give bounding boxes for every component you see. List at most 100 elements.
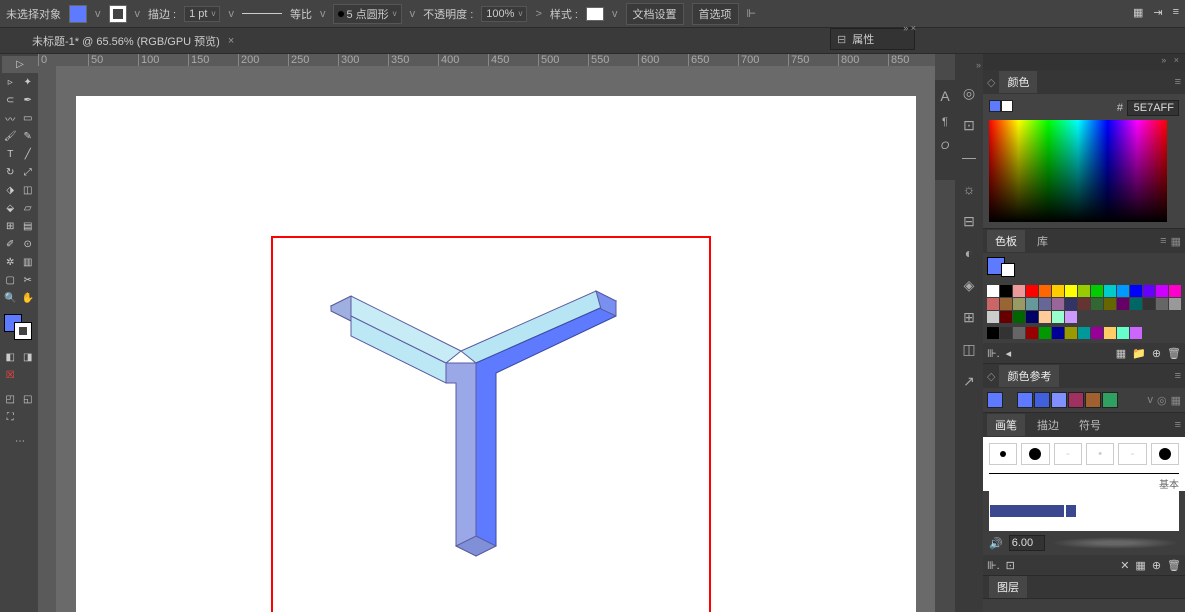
harmony-dropdown[interactable]: v [1147, 394, 1153, 406]
swatch-list-icon[interactable]: ≡ [1160, 235, 1166, 247]
direct-select-tool[interactable]: ▹ [2, 74, 19, 91]
stroke-label: 描边 : [148, 6, 176, 22]
panel-menu-icon[interactable]: ≡ [1175, 76, 1181, 88]
brushes-tab[interactable]: 画笔 [987, 414, 1025, 436]
artboard-tool[interactable]: ▢ [2, 272, 19, 289]
guide-grid-icon[interactable]: ▦ [1171, 394, 1181, 407]
file-tab[interactable]: 未标题-1* @ 65.56% (RGB/GPU 预览) × [24, 29, 242, 53]
new-swatch-icon[interactable]: ⊕ [1152, 347, 1161, 360]
brush-tool[interactable]: 🖌 [2, 128, 19, 145]
pathfinder-icon[interactable]: ◫ [960, 340, 978, 358]
stroke-preview[interactable] [1001, 100, 1013, 112]
brush-def-dropdown[interactable]: 5 点圆形 [333, 4, 401, 24]
brush-size-input[interactable] [1009, 535, 1045, 551]
brush-thumbnails[interactable]: - • - [983, 437, 1185, 471]
color-guide-tab[interactable]: 颜色参考 [999, 365, 1059, 387]
opentype-icon[interactable]: O [941, 140, 950, 152]
fill-preview[interactable] [989, 100, 1001, 112]
stroke-color[interactable] [14, 322, 32, 340]
mesh-tool[interactable]: ⊞ [2, 218, 19, 235]
symbol-spray-tool[interactable]: ✲ [2, 254, 19, 271]
align-panel-icon[interactable]: ⊞ [960, 308, 978, 326]
grid-icon[interactable]: ▦ [1133, 6, 1143, 19]
zoom-tool[interactable]: 🔍 [2, 290, 19, 307]
blend-tool[interactable]: ⊙ [20, 236, 37, 253]
symbols-tab[interactable]: 符号 [1071, 414, 1109, 436]
slice-tool[interactable]: ✂ [20, 272, 37, 289]
gradient-mode-icon[interactable]: ◨ [20, 349, 37, 366]
selection-tool[interactable]: ▷ [2, 56, 38, 73]
opacity-field[interactable]: 100% [481, 6, 527, 22]
char-panel-icon[interactable]: A [940, 88, 949, 104]
graphic-style-swatch[interactable] [586, 7, 604, 21]
rect-tool[interactable]: ▭ [20, 110, 37, 127]
close-tab-icon[interactable]: × [228, 35, 234, 47]
align-icon[interactable]: ⊩ [747, 7, 757, 20]
free-transform-tool[interactable]: ◫ [20, 182, 37, 199]
properties-flyout[interactable]: ⊟ 属性 » × [830, 28, 915, 50]
magic-wand-tool[interactable]: ✦ [20, 74, 37, 91]
prefs-button[interactable]: 首选项 [692, 3, 739, 25]
pencil-tool[interactable]: ✎ [20, 128, 37, 145]
width-tool[interactable]: ⬗ [2, 182, 19, 199]
fill-swatch[interactable] [69, 5, 87, 23]
brush-preview-row[interactable] [989, 491, 1179, 531]
edit-toolbar-icon[interactable]: ⋯ [2, 433, 38, 450]
arrange-icon[interactable]: ⇥ [1153, 6, 1162, 19]
transform-icon[interactable]: ⊟ [960, 212, 978, 230]
swatch-opts-icon[interactable]: ▦ [1116, 347, 1126, 360]
brush-lib-icon[interactable]: ⊪. [987, 559, 1000, 572]
eyedropper-tool[interactable]: ✐ [2, 236, 19, 253]
screen-mode-icon[interactable]: ⛶ [2, 409, 19, 426]
layers-tab[interactable]: 图层 [989, 576, 1027, 598]
menu-icon[interactable]: ≡ [1173, 6, 1179, 19]
graph-tool[interactable]: ▥ [20, 254, 37, 271]
brush-opt-icon[interactable]: ⊡ [1006, 559, 1015, 572]
rotate-tool[interactable]: ↻ [2, 164, 19, 181]
lasso-tool[interactable]: ⊂ [2, 92, 19, 109]
appearance-icon[interactable]: ◐ [960, 244, 978, 262]
swatch-lib-icon[interactable]: ⊪. [987, 347, 1000, 360]
stroke-tab[interactable]: 描边 [1029, 414, 1067, 436]
stroke-weight-dropdown[interactable]: 1 pt [184, 6, 220, 22]
delete-swatch-icon[interactable]: 🗑 [1167, 347, 1181, 360]
draw-normal-icon[interactable]: ◰ [2, 391, 19, 408]
active-stroke-swatch[interactable] [1001, 263, 1015, 277]
swatches-tab[interactable]: 色板 [987, 230, 1025, 252]
recolor-icon[interactable]: ◎ [1157, 394, 1167, 407]
doc-setup-button[interactable]: 文档设置 [626, 3, 684, 25]
curvature-tool[interactable]: 〰 [2, 110, 19, 127]
color-wheel-icon[interactable]: ◎ [960, 84, 978, 102]
draw-behind-icon[interactable]: ◱ [20, 391, 37, 408]
line-tool[interactable]: ╱ [20, 146, 37, 163]
libraries-tab[interactable]: 库 [1029, 230, 1056, 252]
perspective-tool[interactable]: ▱ [20, 200, 37, 217]
color-swatches[interactable] [2, 314, 36, 344]
brushes-icon[interactable]: — [960, 148, 978, 166]
hand-tool[interactable]: ✋ [20, 290, 37, 307]
shape-builder-tool[interactable]: ⬙ [2, 200, 19, 217]
layers-icon[interactable]: ◈ [960, 276, 978, 294]
swatch-grid-2[interactable] [983, 327, 1185, 343]
scale-tool[interactable]: ⤢ [20, 164, 37, 181]
pen-tool[interactable]: ✒ [20, 92, 37, 109]
stroke-swatch[interactable] [109, 5, 127, 23]
canvas[interactable] [56, 66, 935, 612]
para-panel-icon[interactable]: ¶ [942, 116, 948, 128]
color-tab[interactable]: 颜色 [999, 71, 1037, 93]
swatch-grid[interactable] [983, 281, 1185, 327]
color-spectrum[interactable] [989, 120, 1167, 222]
new-group-icon[interactable]: 📁 [1132, 347, 1146, 360]
swatch-grid-icon[interactable]: ▦ [1171, 235, 1181, 248]
sun-icon[interactable]: ☼ [960, 180, 978, 198]
swatch-kind-icon[interactable]: ◂ [1006, 347, 1012, 360]
hex-input[interactable] [1127, 100, 1179, 116]
color-mode-icon[interactable]: ◧ [2, 349, 19, 366]
base-color-swatch[interactable] [987, 392, 1003, 408]
none-mode-icon[interactable]: ☒ [2, 367, 19, 384]
export-icon[interactable]: ↗ [960, 372, 978, 390]
text-tool[interactable]: T [2, 146, 19, 163]
gradient-tool[interactable]: ▤ [20, 218, 37, 235]
asset-icon[interactable]: ⊡ [960, 116, 978, 134]
delete-brush-icon[interactable]: 🗑 [1167, 559, 1181, 572]
